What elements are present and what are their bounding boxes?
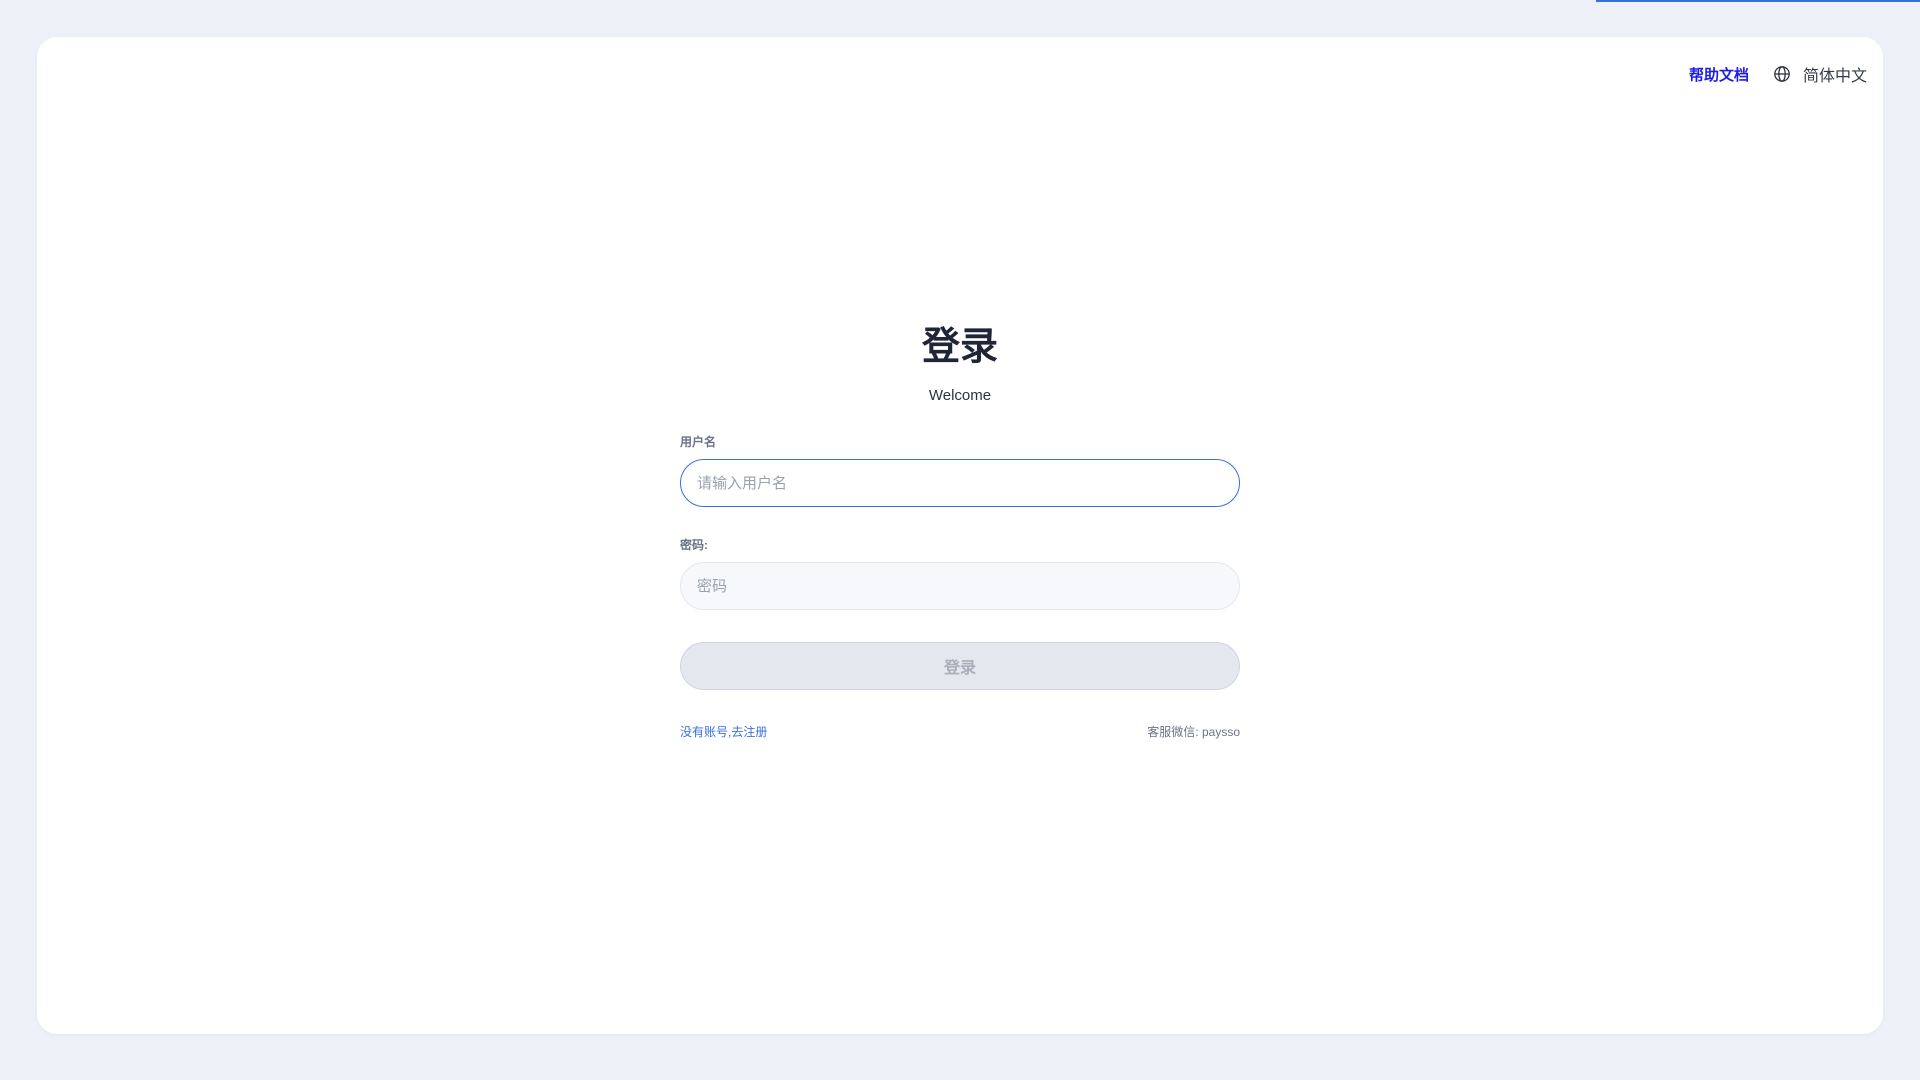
- password-label: 密码:: [680, 538, 708, 552]
- login-button[interactable]: 登录: [680, 642, 1240, 690]
- support-contact: 客服微信: paysso: [1147, 725, 1240, 739]
- page-subtitle: Welcome: [928, 387, 992, 404]
- login-card: 帮助文档 简体中文 登录 Welcome 用户名 密码: 登录 没有账号,去注册…: [37, 37, 1883, 1034]
- page-title: 登录: [921, 326, 998, 368]
- language-label: 简体中文: [1802, 68, 1867, 85]
- form-footer: 没有账号,去注册 客服微信: paysso: [680, 724, 1240, 740]
- top-loading-bar: [1596, 0, 1920, 2]
- globe-icon: [1773, 65, 1791, 83]
- login-form: 登录 Welcome 用户名 密码: 登录 没有账号,去注册 客服微信: pay…: [680, 320, 1240, 740]
- language-switcher[interactable]: 简体中文: [1773, 62, 1867, 86]
- help-docs-link[interactable]: 帮助文档: [1689, 64, 1749, 85]
- password-input[interactable]: [680, 562, 1240, 610]
- username-input[interactable]: [680, 459, 1240, 507]
- username-label: 用户名: [680, 435, 717, 449]
- top-bar: 帮助文档 简体中文: [1689, 63, 1867, 85]
- register-link[interactable]: 没有账号,去注册: [680, 724, 767, 740]
